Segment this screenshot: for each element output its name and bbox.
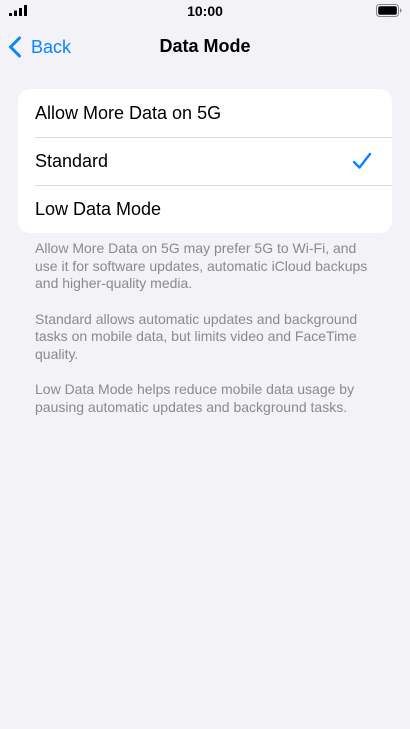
note-low-data-mode: Low Data Mode helps reduce mobile data u… [35,381,355,415]
data-mode-options: Allow More Data on 5G Standard Low Data … [18,89,392,233]
option-label: Standard [35,150,109,171]
note-standard: Standard allows automatic updates and ba… [35,310,358,362]
navigation-bar: Back Data Mode [0,24,410,70]
option-low-data-mode[interactable]: Low Data Mode [18,185,392,233]
note-allow-more-data: Allow More Data on 5G may prefer 5G to W… [35,240,368,291]
option-label: Low Data Mode [35,198,162,219]
option-standard[interactable]: Standard [18,137,392,185]
footer-notes: Allow More Data on 5G may prefer 5G to W… [35,240,380,434]
battery-icon [376,4,402,17]
page-title: Data Mode [159,36,251,56]
status-bar: 10:00 [0,0,410,24]
option-label: Allow More Data on 5G [35,102,222,123]
option-allow-more-data-5g[interactable]: Allow More Data on 5G [18,89,392,137]
status-time: 10:00 [187,3,223,19]
checkmark-icon [352,152,372,169]
